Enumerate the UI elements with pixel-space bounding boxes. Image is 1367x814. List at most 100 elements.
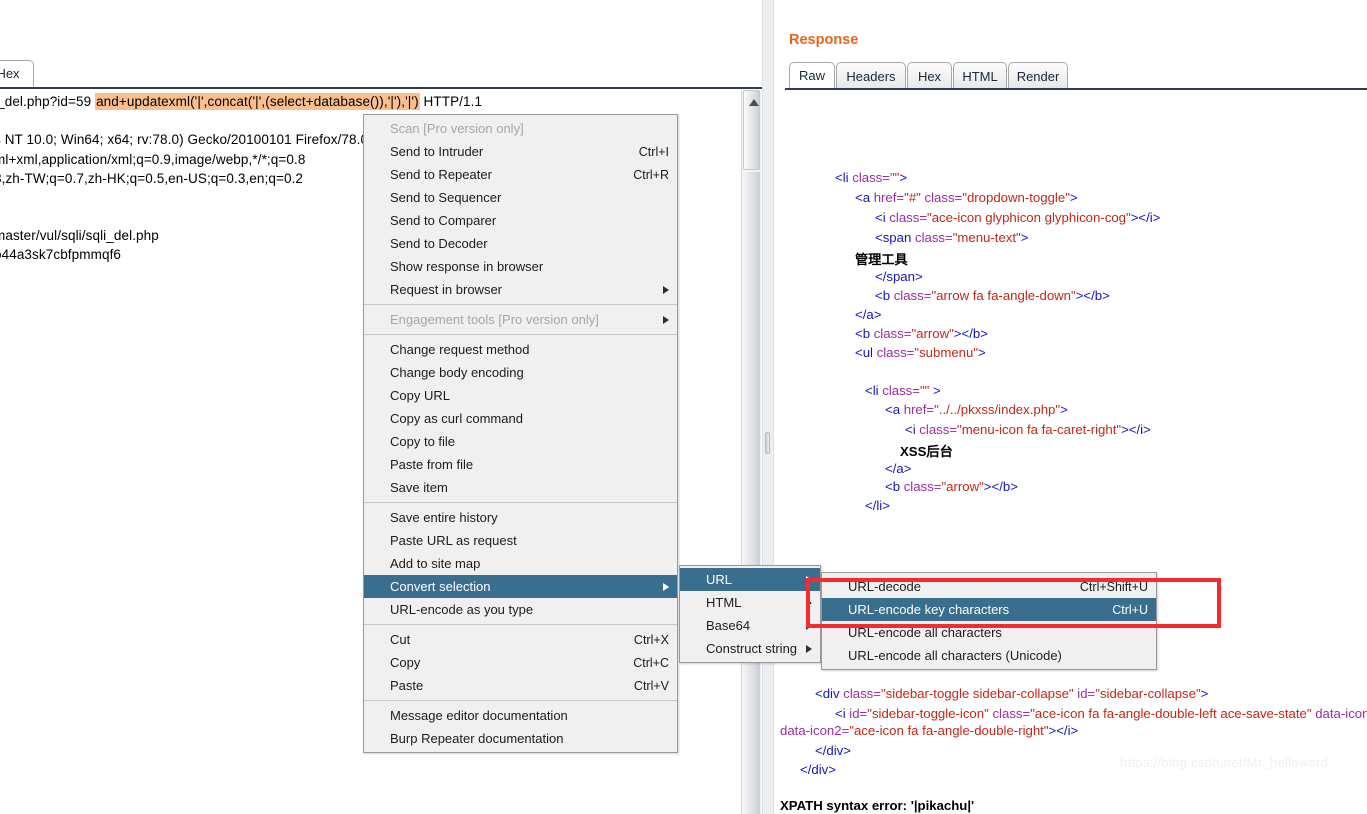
scrollbar-track[interactable] [743,172,760,814]
response-code-line: XSS后台 [900,441,953,460]
context-menu-item[interactable]: Cut Ctrl+X [364,628,677,651]
code-token: </div> [800,762,836,777]
response-code-line: </span> [875,269,923,284]
context-menu-item[interactable]: Message editor documentation [364,704,677,727]
watermark: https://blog.csdn.net/Mr_helloword [1120,755,1329,770]
code-token: <li [865,383,883,398]
url-submenu-item[interactable]: URL-encode all characters [822,621,1156,644]
context-menu-item[interactable]: Copy URL [364,384,677,407]
response-code-line: <b class="arrow"></b> [855,326,988,341]
context-menu-item[interactable]: Save entire history [364,506,677,529]
convert-submenu-item[interactable]: Construct string [680,637,820,660]
request-line-suffix: HTTP/1.1 [419,94,483,109]
context-menu-item-label: Convert selection [390,579,491,594]
context-menu-item-label: Save item [390,480,448,495]
response-raw-viewer[interactable]: <li class=""> <a href="#" class="dropdown… [775,95,1367,814]
convert-submenu-item[interactable]: URL [680,568,820,591]
context-menu-item[interactable]: Send to Intruder Ctrl+I [364,140,677,163]
context-menu-item[interactable]: Request in browser [364,278,677,301]
convert-submenu-item-label: Base64 [706,618,751,633]
code-token: "sidebar-toggle sidebar-collapse" [880,686,1074,701]
splitter-grip[interactable] [765,432,770,454]
context-menu-item[interactable]: Send to Comparer [364,209,677,232]
context-menu-item-label: Copy to file [390,434,456,449]
url-submenu-item[interactable]: URL-encode all characters (Unicode) [822,644,1156,667]
context-menu-item[interactable]: Paste from file [364,453,677,476]
convert-submenu-item[interactable]: Base64 [680,614,820,637]
request-vertical-scrollbar[interactable] [741,90,761,814]
tab-html[interactable]: HTML [953,62,1007,89]
tab-render[interactable]: Render [1008,62,1068,89]
code-token: "menu-text" [952,230,1021,245]
code-token: ></i> [1130,210,1161,225]
context-menu-item[interactable]: Add to site map [364,552,677,575]
context-menu-item[interactable]: Save item [364,476,677,499]
code-token: data-icon2= [780,723,850,738]
tab-hex-response[interactable]: Hex [907,62,952,89]
context-menu-item[interactable]: Convert selection [364,575,677,598]
context-menu-item-label: URL-encode as you type [390,602,534,617]
context-menu-item-label: Paste from file [390,457,474,472]
context-menu-item[interactable]: Copy Ctrl+C [364,651,677,674]
scroll-up-arrow-icon[interactable] [749,99,759,106]
context-menu-separator [364,304,677,305]
response-code-line: <li class=""> [835,170,907,185]
url-submenu[interactable]: URL-decode Ctrl+Shift+U URL-encode key cha… [821,572,1157,670]
url-submenu-item[interactable]: URL-decode Ctrl+Shift+U [822,575,1156,598]
context-menu-item[interactable]: Copy to file [364,430,677,453]
tab-headers[interactable]: Headers [836,62,906,89]
code-token: ></b> [953,326,988,341]
response-code-line: <i id="sidebar-toggle-icon" class="ace-i… [835,706,1367,721]
code-token: "sidebar-toggle-icon" [867,706,989,721]
context-menu-item[interactable]: URL-encode as you type [364,598,677,621]
context-menu-item[interactable]: Send to Sequencer [364,186,677,209]
url-submenu-item-shortcut: Ctrl+Shift+U [1079,579,1148,594]
response-code-line: <a href="../../pkxss/index.php"> [885,402,1068,417]
code-token: <li [835,170,853,185]
context-menu-item[interactable]: Change request method [364,338,677,361]
response-code-line: <b class="arrow fa fa-angle-down"></b> [875,288,1110,303]
code-token: "arrow" [911,326,954,341]
context-menu-item-shortcut: Ctrl+X [633,632,669,647]
panel-splitter[interactable] [762,0,774,814]
code-token: <b [875,288,894,303]
url-submenu-item-label: URL-encode all characters (Unicode) [848,648,1062,663]
submenu-arrow-icon [806,644,812,653]
code-token: class= [988,706,1031,721]
code-token: class= [903,479,942,494]
convert-submenu-item[interactable]: HTML [680,591,820,614]
context-menu-item-label: Add to site map [390,556,481,571]
response-code-line: <div class="sidebar-toggle sidebar-colla… [815,686,1208,701]
context-menu-item: Scan [Pro version only] [364,117,677,140]
code-token: "ace-icon fa fa-angle-double-right" [849,723,1049,738]
tab-hex[interactable]: Hex [0,60,34,87]
context-menu-item-label: Engagement tools [Pro version only] [390,312,599,327]
tab-raw[interactable]: Raw [789,62,835,89]
context-menu-item[interactable]: Show response in browser [364,255,677,278]
context-menu-item-label: Copy URL [390,388,450,403]
context-menu-item[interactable]: Send to Repeater Ctrl+R [364,163,677,186]
context-menu-separator [364,624,677,625]
context-menu-item[interactable]: Paste URL as request [364,529,677,552]
context-menu-item[interactable]: Copy as curl command [364,407,677,430]
convert-submenu-item-label: URL [706,572,733,587]
context-menu-item-shortcut: Ctrl+C [633,655,669,670]
code-token: <b [855,326,874,341]
scrollbar-thumb[interactable] [743,90,760,170]
context-menu-item-label: Show response in browser [390,259,544,274]
request-line-selection[interactable]: and+updatexml('|',concat('|',(select+dat… [95,93,420,110]
context-menu-item[interactable]: Change body encoding [364,361,677,384]
url-submenu-item[interactable]: URL-encode key characters Ctrl+U [822,598,1156,621]
context-menu[interactable]: Scan [Pro version only] Send to Intruder C… [363,114,678,753]
context-menu-item[interactable]: Burp Repeater documentation [364,727,677,750]
convert-selection-submenu[interactable]: URL HTML Base64 Construct string [679,565,821,663]
code-token: ></b> [1075,288,1110,303]
code-token: "submenu" [914,345,979,360]
code-token: </a> [855,307,882,322]
code-token: data-icon1 [1315,706,1367,721]
response-code-line: <ul class="submenu"> [855,345,986,360]
code-token: > [899,170,908,185]
context-menu-item[interactable]: Send to Decoder [364,232,677,255]
request-tab-strip: Hex [0,60,766,88]
context-menu-item[interactable]: Paste Ctrl+V [364,674,677,697]
